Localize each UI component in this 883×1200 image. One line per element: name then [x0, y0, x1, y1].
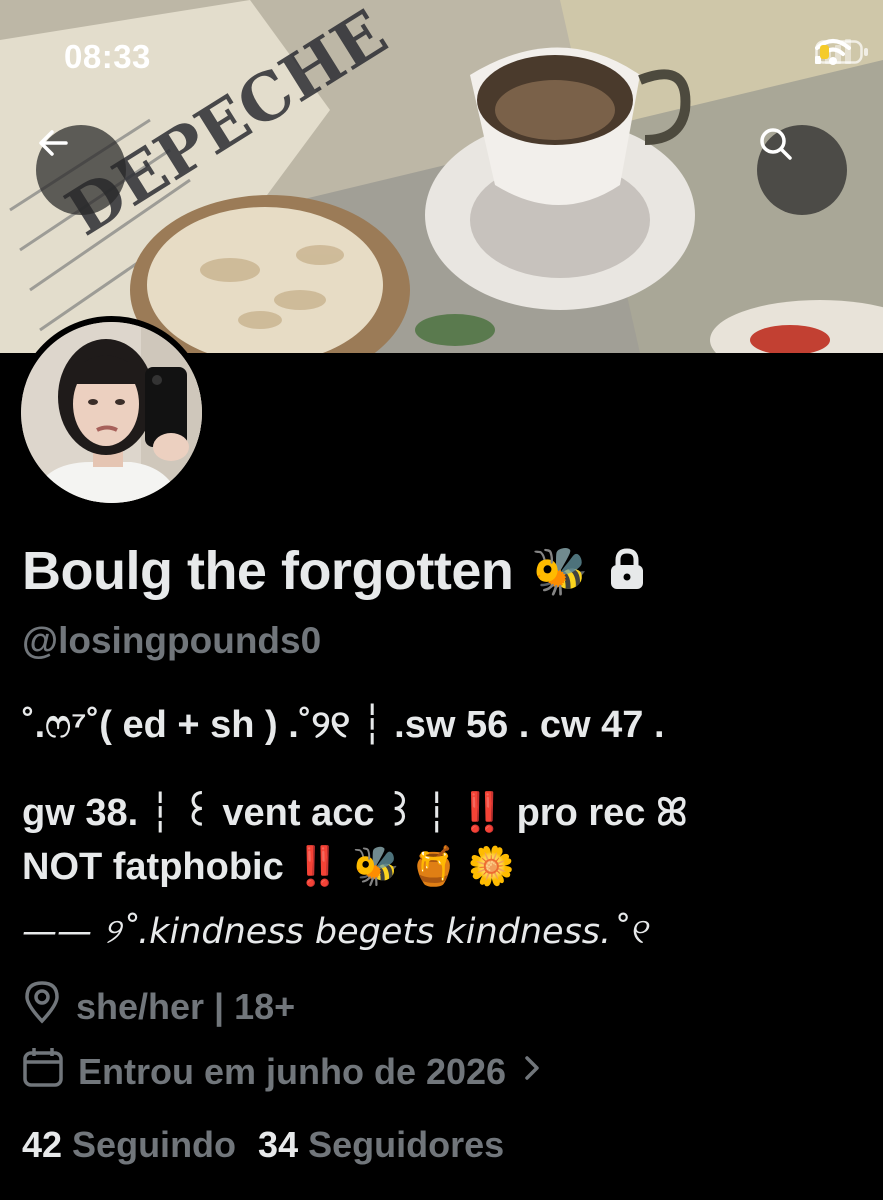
following-count: 42 [22, 1124, 63, 1165]
status-time: 08:33 [64, 38, 151, 75]
back-button[interactable] [36, 125, 126, 215]
joined-row[interactable]: Entrou em junho de 2026 [22, 1046, 544, 1097]
followers-count: 34 [258, 1124, 299, 1165]
bee-emoji: 🐝 [531, 544, 589, 597]
following-label: Seguindo [72, 1124, 237, 1165]
avatar[interactable] [15, 316, 208, 509]
bio-line: ˚.ෆ⁷˚( ed + sh ) .˚୨୧ ┆ .sw 56 . cw 47 . [22, 704, 665, 746]
chevron-right-icon [520, 1051, 544, 1093]
follow-stats: 42 Seguindo 34 Seguidores [22, 1124, 504, 1166]
bio-line: —— ୨˚.kindness begets kindness.˚୧ [22, 912, 647, 952]
display-name: Boulg the forgotten [22, 541, 514, 601]
search-button[interactable] [757, 125, 847, 215]
bio-line: NOT fatphobic ‼️ 🐝 🍯 🌼 [22, 846, 516, 888]
location-pin-icon [22, 980, 62, 1033]
calendar-icon [22, 1046, 64, 1097]
profile-handle: @losingpounds0 [22, 620, 322, 661]
bio-line: gw 38. ┆ ꒰ vent acc ꒱ ┆ ‼️ pro rec ꕤ [22, 792, 688, 834]
profile-location: she/her | 18+ [76, 985, 296, 1027]
avatar-photo [21, 322, 202, 503]
following-link[interactable]: 42 Seguindo [22, 1124, 236, 1166]
followers-label: Seguidores [308, 1124, 505, 1165]
followers-link[interactable]: 34 Seguidores [258, 1124, 504, 1166]
display-name-row: Boulg the forgotten 🐝 [22, 540, 647, 602]
location-row: she/her | 18+ [22, 980, 295, 1033]
joined-date: Entrou em junho de 2026 [78, 1050, 507, 1092]
profile-banner[interactable]: DEPECHE 08:33 [0, 0, 883, 353]
lock-icon [607, 547, 647, 596]
